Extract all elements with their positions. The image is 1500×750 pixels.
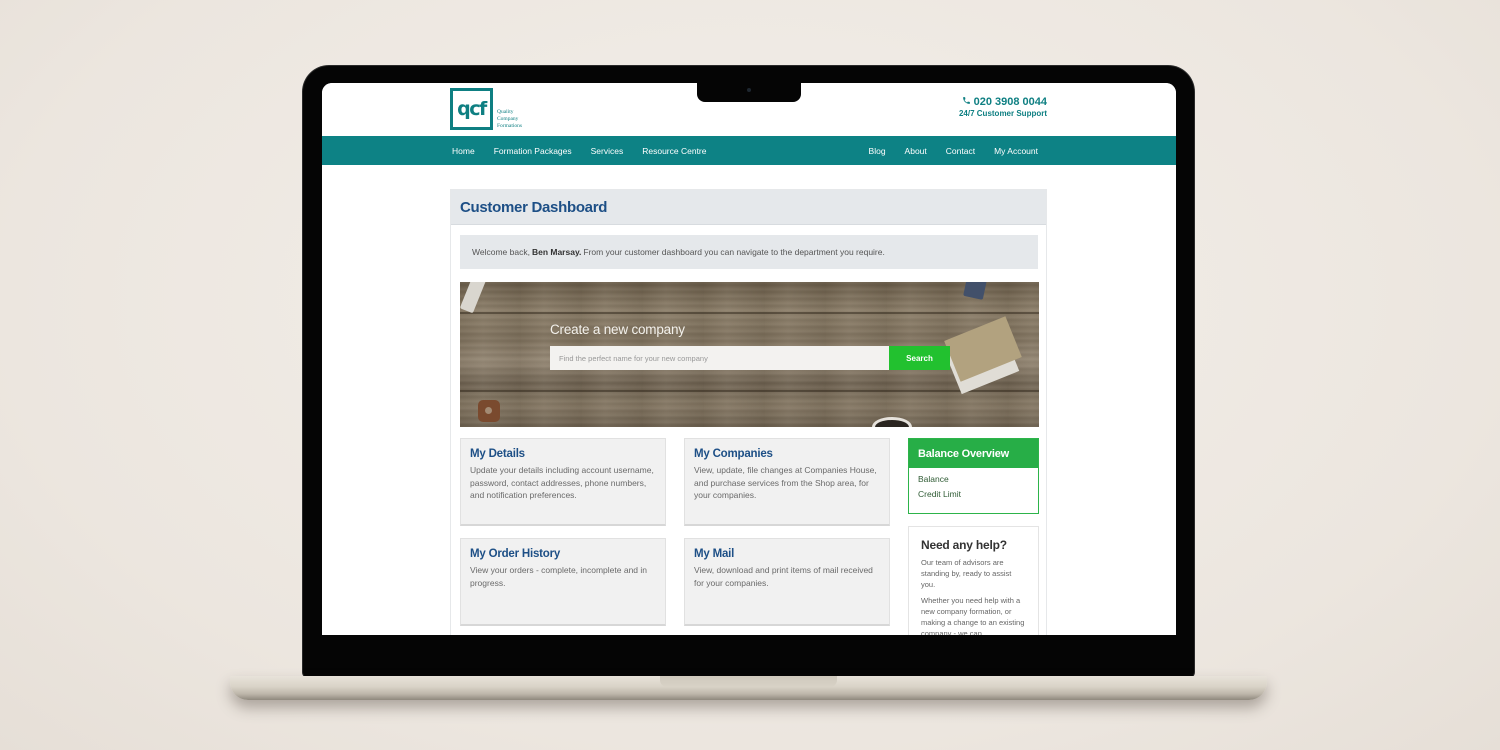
card-description: View, download and print items of mail r…: [694, 565, 873, 588]
welcome-suffix: From your customer dashboard you can nav…: [583, 247, 885, 257]
card-my-order-history[interactable]: My Order History View your orders - comp…: [460, 538, 666, 626]
card-description: View your orders - complete, incomplete …: [470, 565, 648, 588]
create-company-banner: Create a new company Search: [460, 282, 1039, 427]
laptop-lip: [660, 676, 837, 687]
welcome-prefix: Welcome back,: [472, 247, 530, 257]
page-title: Customer Dashboard: [451, 190, 1046, 225]
help-paragraph: Whether you need help with a new company…: [921, 596, 1025, 635]
help-box: Need any help? Our team of advisors are …: [908, 526, 1039, 635]
nav-blog[interactable]: Blog: [869, 146, 886, 156]
nav-contact[interactable]: Contact: [946, 146, 975, 156]
nav-left: Home Formation Packages Services Resourc…: [452, 136, 707, 165]
leather-tag-decoration: [478, 400, 500, 422]
main-nav: Home Formation Packages Services Resourc…: [322, 136, 1176, 165]
user-name: Ben Marsay.: [531, 247, 582, 257]
hero-title: Create a new company: [550, 322, 685, 337]
nav-services[interactable]: Services: [591, 146, 624, 156]
logo[interactable]: qcf Quality Company Formations: [450, 88, 522, 130]
camera-notch: [697, 80, 801, 102]
nav-about[interactable]: About: [905, 146, 927, 156]
wood-plank-line: [460, 312, 1039, 314]
laptop-base: [230, 676, 1267, 700]
help-paragraph: Our team of advisors are standing by, re…: [921, 558, 1012, 589]
phone-icon: [962, 96, 971, 108]
support-text: 24/7 Customer Support: [958, 109, 1047, 118]
card-title[interactable]: My Mail: [694, 548, 880, 560]
card-title[interactable]: My Order History: [470, 548, 656, 560]
nav-right: Blog About Contact My Account: [869, 136, 1038, 165]
welcome-message: Welcome back, Ben Marsay. From your cust…: [460, 235, 1038, 269]
card-title[interactable]: My Companies: [694, 448, 880, 460]
camera-icon: [747, 88, 751, 92]
logo-text-line: Formations: [497, 123, 523, 129]
wood-plank-line: [460, 390, 1039, 392]
balance-row[interactable]: Balance: [909, 474, 1038, 484]
phone-number[interactable]: 020 3908 0044: [959, 96, 1047, 108]
logo-mark: qcf: [450, 88, 493, 130]
card-my-companies[interactable]: My Companies View, update, file changes …: [684, 438, 890, 526]
coffee-cup-decoration: [872, 417, 912, 427]
nav-formation-packages[interactable]: Formation Packages: [494, 146, 572, 156]
logo-text-line: Company: [497, 116, 519, 122]
logo-text-line: Quality: [497, 109, 514, 115]
contact-info: 020 3908 0044 24/7 Customer Support: [959, 96, 1047, 118]
balance-title: Balance Overview: [909, 439, 1038, 468]
card-description: View, update, file changes at Companies …: [694, 465, 877, 500]
card-description: Update your details including account us…: [470, 465, 654, 500]
nav-resource-centre[interactable]: Resource Centre: [642, 146, 706, 156]
company-name-search: Search: [550, 346, 950, 370]
dashboard-panel: Customer Dashboard Welcome back, Ben Mar…: [450, 189, 1047, 635]
usb-stick-decoration: [963, 282, 987, 300]
credit-limit-row[interactable]: Credit Limit: [909, 489, 1038, 499]
card-my-details[interactable]: My Details Update your details including…: [460, 438, 666, 526]
card-my-mail[interactable]: My Mail View, download and print items o…: [684, 538, 890, 626]
nav-home[interactable]: Home: [452, 146, 475, 156]
phone-text: 020 3908 0044: [973, 96, 1047, 108]
card-title[interactable]: My Details: [470, 448, 656, 460]
logo-text: Quality Company Formations: [497, 109, 522, 130]
laptop-screen: qcf Quality Company Formations 020 3908 …: [322, 83, 1176, 635]
usb-stick-decoration: [460, 282, 487, 314]
search-button[interactable]: Search: [889, 346, 950, 370]
balance-overview: Balance Overview Balance Credit Limit: [908, 438, 1039, 514]
nav-my-account[interactable]: My Account: [994, 146, 1038, 156]
company-name-input[interactable]: [550, 346, 889, 370]
help-title: Need any help?: [921, 538, 1007, 552]
